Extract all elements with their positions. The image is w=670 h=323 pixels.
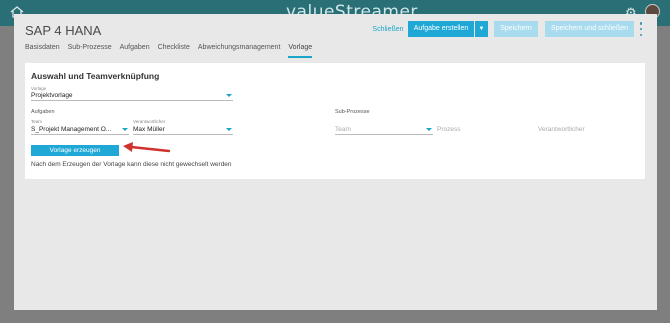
close-button[interactable]: Schließen — [372, 22, 404, 38]
tab-checkliste[interactable]: Checkliste — [158, 44, 190, 58]
chevron-down-icon — [226, 94, 232, 97]
responsible-field-label: Verantwortlicher — [133, 119, 166, 124]
save-button[interactable]: Speichern — [494, 21, 538, 37]
create-task-button[interactable]: Aufgabe erstellen — [408, 21, 474, 37]
red-arrow-annotation — [123, 142, 171, 153]
process-modal: SAP 4 HANA Schließen Aufgabe erstellen ▼… — [14, 14, 657, 310]
chevron-down-icon — [226, 128, 232, 131]
tab-abweichungsmanagement[interactable]: Abweichungsmanagement — [198, 44, 281, 58]
tab-aufgaben[interactable]: Aufgaben — [120, 44, 150, 58]
card-title: Auswahl und Teamverknüpfung — [31, 71, 160, 81]
save-and-close-button[interactable]: Speichern und schließen — [545, 21, 634, 37]
sub-process-responsible-field[interactable]: Verantwortlicher — [538, 126, 585, 133]
sub-process-team-select[interactable]: Team — [335, 125, 433, 135]
sub-process-process-field[interactable]: Prozess — [437, 126, 460, 133]
template-select[interactable]: Projektvorlage — [31, 91, 233, 101]
chevron-down-icon — [426, 128, 432, 131]
modal-title: SAP 4 HANA — [25, 23, 102, 38]
chevron-down-icon: ▼ — [478, 26, 485, 32]
tab-basisdaten[interactable]: Basisdaten — [25, 44, 60, 58]
create-task-dropdown-button[interactable]: ▼ — [475, 21, 488, 37]
team-select[interactable]: S_Projekt Management O... — [31, 125, 129, 135]
template-card: Auswahl und Teamverknüpfung Vorlage Proj… — [25, 63, 645, 179]
responsible-select-value: Max Müller — [133, 126, 165, 133]
more-options-icon[interactable] — [638, 22, 644, 36]
team-select-value: S_Projekt Management O... — [31, 126, 112, 133]
chevron-down-icon — [122, 128, 128, 131]
responsible-select[interactable]: Max Müller — [133, 125, 233, 135]
tasks-section-label: Aufgaben — [31, 109, 55, 115]
template-note: Nach dem Erzeugen der Vorlage kann diese… — [31, 161, 232, 168]
sub-process-team-placeholder: Team — [335, 126, 351, 133]
sub-processes-section-label: Sub-Prozesse — [335, 109, 370, 115]
template-select-value: Projektvorlage — [31, 92, 73, 99]
tab-sub-prozesse[interactable]: Sub-Prozesse — [68, 44, 112, 58]
team-field-label: Team — [31, 119, 43, 124]
tab-vorlage[interactable]: Vorlage — [288, 44, 313, 58]
create-template-button[interactable]: Vorlage erzeugen — [31, 145, 119, 156]
modal-tabs: Basisdaten Sub-Prozesse Aufgaben Checkli… — [25, 44, 320, 58]
